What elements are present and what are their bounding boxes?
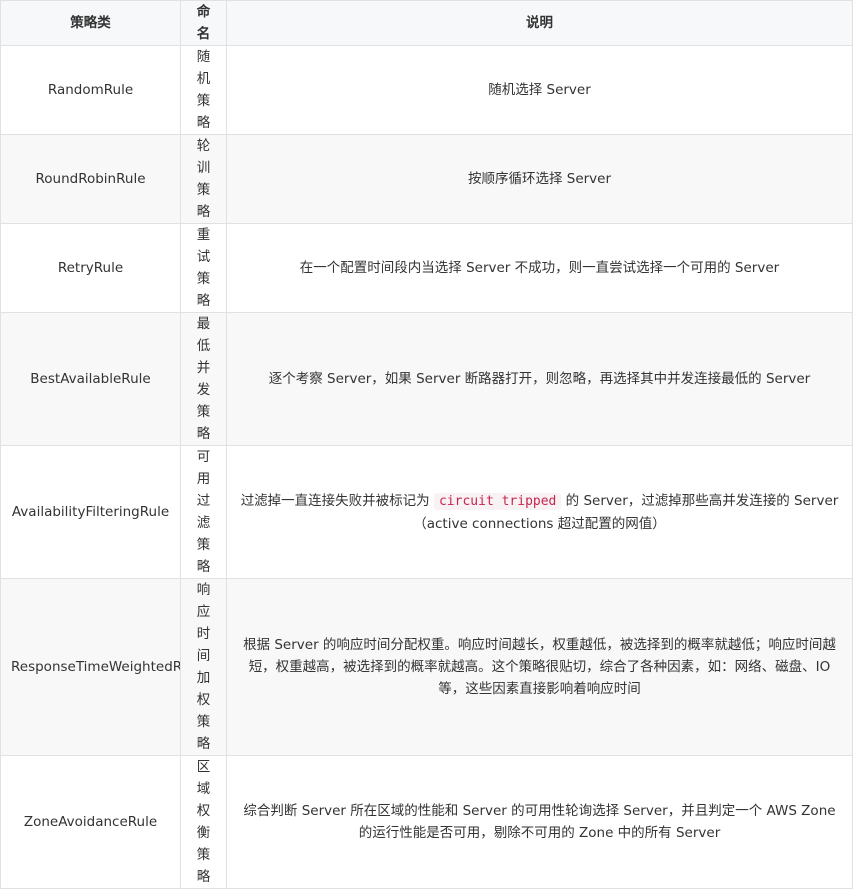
naming-cell: 区域权衡策略	[180, 755, 227, 889]
naming-cell: 响应时间加权策略	[180, 578, 227, 756]
header-naming: 命名	[180, 0, 227, 46]
naming-cell: 可用过滤策略	[180, 445, 227, 579]
description-cell: 综合判断 Server 所在区域的性能和 Server 的可用性轮询选择 Ser…	[226, 755, 853, 889]
naming-cell: 最低并发策略	[180, 312, 227, 446]
header-row: 策略类 命名 说明	[0, 0, 853, 46]
table-body: RandomRule 随机策略 随机选择 Server RoundRobinRu…	[0, 45, 853, 889]
naming-cell: 轮训策略	[180, 134, 227, 224]
table-row: ResponseTimeWeightedRule 响应时间加权策略 根据 Ser…	[0, 578, 853, 756]
description-cell: 逐个考察 Server，如果 Server 断路器打开，则忽略，再选择其中并发连…	[226, 312, 853, 446]
naming-cell: 随机策略	[180, 45, 227, 135]
description-cell: 在一个配置时间段内当选择 Server 不成功，则一直尝试选择一个可用的 Ser…	[226, 223, 853, 313]
inline-code: circuit tripped	[433, 492, 562, 510]
strategy-table: 策略类 命名 说明 RandomRule 随机策略 随机选择 Server Ro…	[0, 0, 853, 889]
description-cell: 按顺序循环选择 Server	[226, 134, 853, 224]
strategy-class-cell: RandomRule	[0, 45, 181, 135]
table-row: RandomRule 随机策略 随机选择 Server	[0, 45, 853, 135]
table-row: BestAvailableRule 最低并发策略 逐个考察 Server，如果 …	[0, 312, 853, 446]
description-cell: 过滤掉一直连接失败并被标记为 circuit tripped 的 Server，…	[226, 445, 853, 579]
strategy-class-cell: BestAvailableRule	[0, 312, 181, 446]
description-text-before: 过滤掉一直连接失败并被标记为	[240, 492, 434, 509]
table-row: RoundRobinRule 轮训策略 按顺序循环选择 Server	[0, 134, 853, 224]
header-description: 说明	[226, 0, 853, 46]
table-row: AvailabilityFilteringRule 可用过滤策略 过滤掉一直连接…	[0, 445, 853, 579]
description-cell: 随机选择 Server	[226, 45, 853, 135]
description-cell: 根据 Server 的响应时间分配权重。响应时间越长，权重越低，被选择到的概率就…	[226, 578, 853, 756]
strategy-class-cell: RoundRobinRule	[0, 134, 181, 224]
strategy-class-cell: RetryRule	[0, 223, 181, 313]
naming-cell: 重试策略	[180, 223, 227, 313]
table-header: 策略类 命名 说明	[0, 0, 853, 46]
table-row: RetryRule 重试策略 在一个配置时间段内当选择 Server 不成功，则…	[0, 223, 853, 313]
strategy-class-cell: AvailabilityFilteringRule	[0, 445, 181, 579]
table-row: ZoneAvoidanceRule 区域权衡策略 综合判断 Server 所在区…	[0, 755, 853, 889]
strategy-class-cell: ZoneAvoidanceRule	[0, 755, 181, 889]
header-strategy-class: 策略类	[0, 0, 181, 46]
strategy-class-cell: ResponseTimeWeightedRule	[0, 578, 181, 756]
